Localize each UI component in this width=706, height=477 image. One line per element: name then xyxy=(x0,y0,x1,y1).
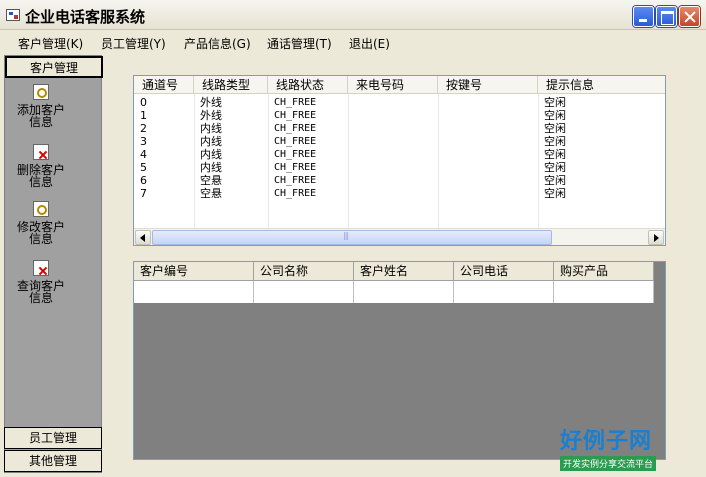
search-doc-icon xyxy=(33,201,49,217)
column-header[interactable]: 客户姓名 xyxy=(354,262,454,281)
watermark-subtitle: 开发实例分享交流平台 xyxy=(560,456,657,471)
nav-modify-customer-label: 修改客户信息 xyxy=(17,220,66,246)
column-header[interactable]: 来电号码 xyxy=(348,76,438,94)
column-header[interactable]: 提示信息 xyxy=(538,76,665,94)
list-cell: 0 xyxy=(140,96,147,109)
list-item[interactable]: 6 空悬 CH_FREE 空闲 xyxy=(134,174,665,187)
list-cell: 空闲 xyxy=(544,161,566,174)
nav-query-customer[interactable]: 查询客户信息 xyxy=(5,260,77,304)
close-button[interactable] xyxy=(679,6,700,27)
list-cell: 空闲 xyxy=(544,109,566,122)
list-item[interactable]: 7 空悬 CH_FREE 空闲 xyxy=(134,187,665,200)
list-cell: 空闲 xyxy=(544,148,566,161)
nav-header-customer-management[interactable]: 客户管理 xyxy=(5,56,103,78)
column-header[interactable]: 公司电话 xyxy=(454,262,554,281)
window-title: 企业电话客服系统 xyxy=(25,8,146,26)
list-cell: CH_FREE xyxy=(274,97,317,108)
list-item[interactable]: 3 内线 CH_FREE 空闲 xyxy=(134,135,665,148)
search-doc-icon xyxy=(33,84,49,100)
list-item[interactable]: 1 外线 CH_FREE 空闲 xyxy=(134,109,665,122)
list-cell: 空悬 xyxy=(200,174,222,187)
list-cell: CH_FREE xyxy=(274,123,317,134)
column-header[interactable]: 客户编号 xyxy=(134,262,254,281)
list-item[interactable]: 4 内线 CH_FREE 空闲 xyxy=(134,148,665,161)
title-bar: 企业电话客服系统 xyxy=(0,0,706,30)
left-nav-panel: 客户管理 添加客户信息 删除客户信息 修改客户信息 查询客户信息 xyxy=(4,55,103,473)
minimize-button[interactable] xyxy=(633,6,654,27)
nav-add-customer-label: 添加客户信息 xyxy=(17,103,66,129)
menu-staff-management[interactable]: 员工管理(Y) xyxy=(101,35,166,52)
list-cell: CH_FREE xyxy=(274,110,317,121)
list-cell: 空悬 xyxy=(200,187,222,200)
channel-list-view[interactable]: 通道号 线路类型 线路状态 来电号码 按键号 提示信息 0 外线 CH_FREE 空闲… xyxy=(133,75,666,246)
table-cell[interactable] xyxy=(134,281,254,303)
nav-header-staff-management[interactable]: 员工管理 xyxy=(4,427,102,449)
list-cell: 内线 xyxy=(200,161,222,174)
menu-call-management[interactable]: 通话管理(T) xyxy=(267,35,332,52)
list-cell: 空闲 xyxy=(544,174,566,187)
list-item[interactable]: 2 内线 CH_FREE 空闲 xyxy=(134,122,665,135)
maximize-button[interactable] xyxy=(656,6,677,27)
list-cell: 空闲 xyxy=(544,122,566,135)
list-cell: 1 xyxy=(140,109,147,122)
list-cell: 5 xyxy=(140,161,147,174)
list-cell: CH_FREE xyxy=(274,188,317,199)
nav-header-other-management[interactable]: 其他管理 xyxy=(4,450,102,472)
menu-exit[interactable]: 退出(E) xyxy=(349,35,390,52)
watermark-title: 好例子网 xyxy=(560,429,653,454)
menu-bar: 客户管理(K) 员工管理(Y) 产品信息(G) 通话管理(T) 退出(E) xyxy=(0,31,706,53)
list-cell: 6 xyxy=(140,174,147,187)
column-header[interactable]: 通道号 xyxy=(134,76,194,94)
nav-query-customer-label: 查询客户信息 xyxy=(17,279,66,305)
list-item[interactable]: 0 外线 CH_FREE 空闲 xyxy=(134,96,665,109)
nav-modify-customer[interactable]: 修改客户信息 xyxy=(5,201,77,245)
list-cell: CH_FREE xyxy=(274,162,317,173)
list-item[interactable]: 5 内线 CH_FREE 空闲 xyxy=(134,161,665,174)
app-icon xyxy=(6,9,20,21)
table-cell[interactable] xyxy=(454,281,554,303)
column-header[interactable]: 线路类型 xyxy=(194,76,268,94)
list-cell: 内线 xyxy=(200,148,222,161)
menu-customer-management[interactable]: 客户管理(K) xyxy=(18,35,83,52)
list-cell: 外线 xyxy=(200,96,222,109)
column-header[interactable]: 公司名称 xyxy=(254,262,354,281)
horizontal-scrollbar[interactable] xyxy=(134,228,665,245)
column-header[interactable]: 线路状态 xyxy=(268,76,348,94)
list-cell: CH_FREE xyxy=(274,175,317,186)
column-header[interactable]: 购买产品 xyxy=(554,262,654,281)
table-row[interactable] xyxy=(134,281,654,303)
list-cell: 内线 xyxy=(200,135,222,148)
scroll-left-icon[interactable] xyxy=(135,230,151,245)
list-cell: 空闲 xyxy=(544,96,566,109)
nav-add-customer[interactable]: 添加客户信息 xyxy=(5,84,77,128)
table-cell[interactable] xyxy=(554,281,654,303)
delete-doc-icon xyxy=(33,144,49,160)
table-cell[interactable] xyxy=(254,281,354,303)
list-cell: 7 xyxy=(140,187,147,200)
menu-product-info[interactable]: 产品信息(G) xyxy=(184,35,251,52)
table-cell[interactable] xyxy=(354,281,454,303)
scroll-right-icon[interactable] xyxy=(648,230,664,245)
customer-grid-header: 客户编号 公司名称 客户姓名 公司电话 购买产品 xyxy=(134,262,654,281)
nav-delete-customer[interactable]: 删除客户信息 xyxy=(5,144,77,188)
list-cell: 3 xyxy=(140,135,147,148)
list-cell: 外线 xyxy=(200,109,222,122)
list-cell: CH_FREE xyxy=(274,149,317,160)
list-cell: 内线 xyxy=(200,122,222,135)
channel-list-header: 通道号 线路类型 线路状态 来电号码 按键号 提示信息 xyxy=(134,76,665,94)
nav-delete-customer-label: 删除客户信息 xyxy=(17,163,66,189)
scroll-thumb[interactable] xyxy=(152,230,552,245)
list-cell: 空闲 xyxy=(544,187,566,200)
delete-doc-icon xyxy=(33,260,49,276)
list-cell: CH_FREE xyxy=(274,136,317,147)
watermark-logo: 好例子网 开发实例分享交流平台 xyxy=(560,423,680,471)
list-cell: 4 xyxy=(140,148,147,161)
list-cell: 2 xyxy=(140,122,147,135)
list-cell: 空闲 xyxy=(544,135,566,148)
column-header[interactable]: 按键号 xyxy=(438,76,538,94)
